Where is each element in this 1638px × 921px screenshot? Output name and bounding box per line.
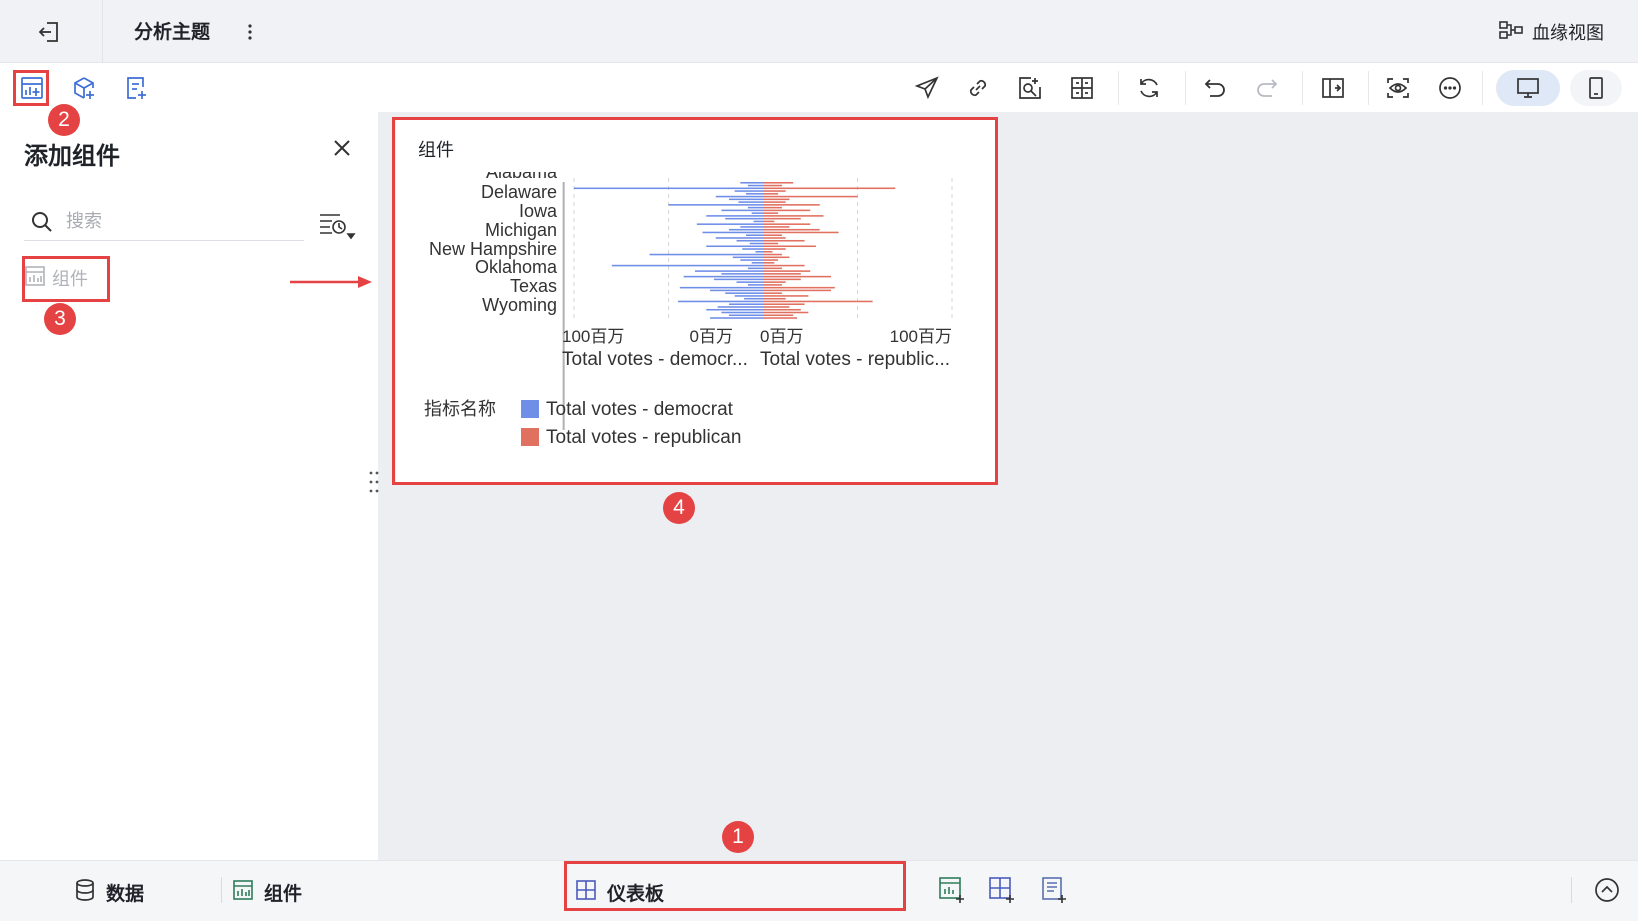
- more-circle-icon[interactable]: [1437, 75, 1463, 101]
- add-dashboard-icon[interactable]: [987, 875, 1017, 905]
- redo-icon[interactable]: [1254, 75, 1280, 101]
- add-chart-icon[interactable]: [937, 875, 967, 905]
- toolbar-divider: [1368, 71, 1369, 105]
- bottom-divider: [1571, 877, 1572, 903]
- bottom-bar: 数据 组件 仪表板: [0, 860, 1638, 921]
- link-icon[interactable]: [965, 75, 991, 101]
- search-input[interactable]: [64, 206, 298, 236]
- bottom-divider: [221, 877, 222, 903]
- close-icon[interactable]: [330, 136, 354, 160]
- search-icon: [30, 210, 54, 234]
- lineage-label: 血缘视图: [1532, 23, 1604, 44]
- panel-title: 添加组件: [24, 142, 120, 170]
- toolbar-divider: [1185, 71, 1186, 105]
- add-report-icon[interactable]: [123, 75, 149, 101]
- mobile-mode-button[interactable]: [1570, 70, 1622, 106]
- more-vertical-icon[interactable]: [244, 20, 256, 44]
- add-report-icon[interactable]: [1039, 875, 1069, 905]
- dashboard-icon: [575, 879, 597, 906]
- tab-dashboard[interactable]: 仪表板: [575, 875, 664, 909]
- toolbar-divider: [1482, 71, 1483, 105]
- page-title: 分析主题: [134, 21, 211, 43]
- annotation-badge-4: 4: [663, 492, 695, 524]
- arrow-right-icon: [290, 276, 372, 288]
- search-box: [24, 200, 304, 241]
- annotation-box-2: [13, 70, 49, 106]
- tab-data[interactable]: 数据: [74, 875, 144, 909]
- undo-icon[interactable]: [1202, 75, 1228, 101]
- annotation-badge-1: 1: [722, 821, 754, 853]
- lineage-view-button[interactable]: 血缘视图: [1498, 16, 1604, 48]
- annotation-badge-2: 2: [48, 104, 80, 136]
- desktop-icon: [1517, 78, 1539, 98]
- filter-history-icon[interactable]: [318, 210, 356, 242]
- grid-layout-icon[interactable]: [1069, 75, 1095, 101]
- annotation-box-3: [22, 256, 110, 302]
- tab-widget[interactable]: 组件: [232, 875, 302, 909]
- toolbar-divider: [1118, 71, 1119, 105]
- collapse-up-icon[interactable]: [1592, 875, 1622, 905]
- send-icon[interactable]: [914, 75, 940, 101]
- tab-widget-label: 组件: [264, 882, 303, 905]
- tab-data-label: 数据: [106, 882, 145, 905]
- refresh-icon[interactable]: [1136, 75, 1162, 101]
- header-divider: [102, 0, 103, 63]
- mobile-icon: [1589, 77, 1603, 99]
- top-header: 分析主题 血缘视图: [0, 0, 1638, 63]
- add-widget-panel: 添加组件 组件: [0, 112, 378, 860]
- split-view-icon[interactable]: [1320, 75, 1346, 101]
- annotation-box-4: [392, 117, 998, 485]
- add-model-icon[interactable]: [71, 75, 97, 101]
- toolbar-divider: [1302, 71, 1303, 105]
- lineage-icon: [1498, 19, 1524, 46]
- database-icon: [74, 878, 96, 907]
- annotation-badge-3: 3: [44, 303, 76, 335]
- image-search-icon[interactable]: [1017, 75, 1043, 101]
- desktop-mode-button[interactable]: [1496, 70, 1560, 106]
- tab-dashboard-label: 仪表板: [607, 882, 665, 905]
- preview-eye-icon[interactable]: [1385, 75, 1411, 101]
- exit-icon[interactable]: [36, 18, 64, 46]
- toolbar: [0, 63, 1638, 112]
- resize-handle-icon[interactable]: [369, 470, 379, 496]
- chart-icon: [232, 879, 254, 906]
